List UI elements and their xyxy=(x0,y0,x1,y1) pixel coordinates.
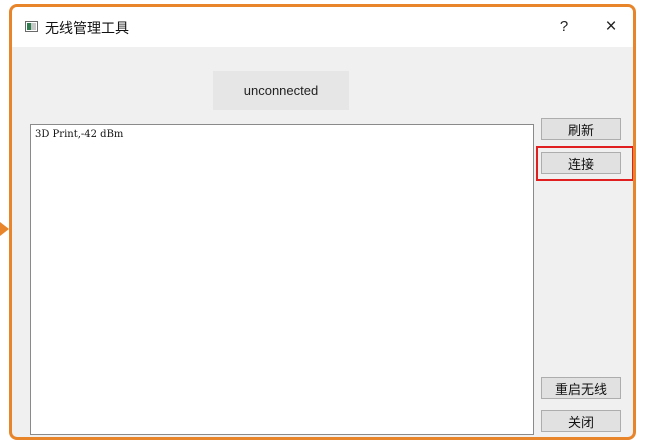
refresh-button[interactable]: 刷新 xyxy=(541,118,621,140)
list-item[interactable]: 3D Print,-42 dBm xyxy=(35,128,529,141)
pointer-arrow-icon xyxy=(0,222,9,236)
app-icon xyxy=(25,21,38,32)
connect-button[interactable]: 连接 xyxy=(541,152,621,174)
close-window-button[interactable]: × xyxy=(597,15,625,39)
restart-wireless-button[interactable]: 重启无线 xyxy=(541,377,621,399)
close-button[interactable]: 关闭 xyxy=(541,410,621,432)
dialog-window: 无线管理工具 ? × unconnected 3D Print,-42 dBm … xyxy=(9,4,636,440)
network-list[interactable]: 3D Print,-42 dBm xyxy=(30,124,534,435)
help-button[interactable]: ? xyxy=(552,15,576,39)
connection-status: unconnected xyxy=(213,71,349,110)
window-title: 无线管理工具 xyxy=(45,21,129,37)
title-bar: 无线管理工具 ? × xyxy=(12,7,633,47)
